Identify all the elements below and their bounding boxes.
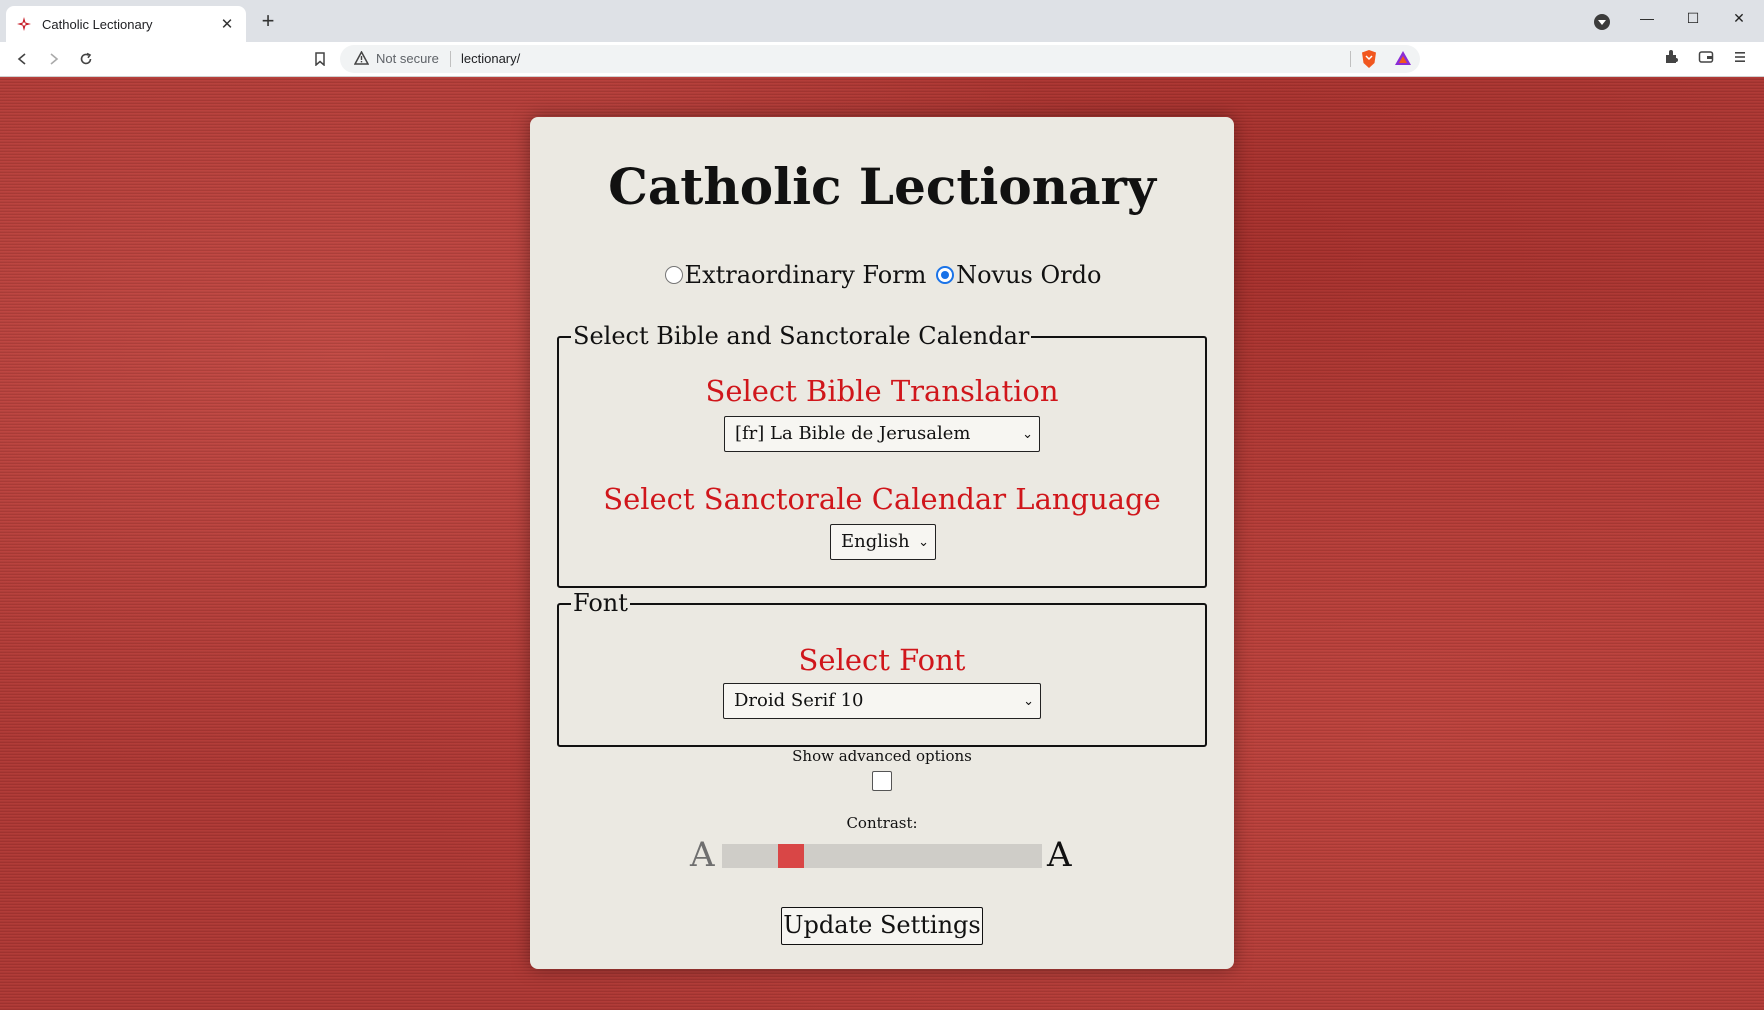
browser-tab[interactable]: Catholic Lectionary ✕	[6, 6, 246, 42]
contrast-high-glyph: A	[1047, 835, 1072, 875]
bookmark-icon[interactable]	[308, 47, 332, 71]
page-viewport: Catholic Lectionary Extraordinary Form N…	[0, 77, 1764, 1010]
forward-icon[interactable]	[42, 47, 66, 71]
close-window-button[interactable]: ✕	[1716, 4, 1762, 32]
contrast-low-glyph: A	[690, 835, 715, 875]
update-settings-button[interactable]: Update Settings	[781, 907, 983, 945]
form-selector: Extraordinary Form Novus Ordo	[530, 261, 1234, 289]
address-divider	[1350, 51, 1351, 67]
novus-ordo-radio[interactable]	[936, 265, 955, 284]
browser-tab-bar: Catholic Lectionary ✕ + — ☐ ✕	[0, 0, 1764, 42]
contrast-slider[interactable]	[722, 844, 1042, 868]
cross-favicon-icon	[16, 16, 32, 32]
tab-search-icon[interactable]	[1594, 14, 1610, 30]
font-value: Droid Serif 10	[734, 690, 864, 711]
chevron-down-icon: ⌄	[918, 535, 929, 550]
extraordinary-form-label[interactable]: Extraordinary Form	[685, 261, 927, 289]
bible-calendar-legend: Select Bible and Sanctorale Calendar	[571, 321, 1032, 351]
extensions-icon[interactable]	[1664, 49, 1680, 70]
settings-card: Catholic Lectionary Extraordinary Form N…	[530, 117, 1234, 969]
font-legend: Font	[571, 588, 630, 618]
maximize-button[interactable]: ☐	[1670, 4, 1716, 32]
bible-translation-value: [fr] La Bible de Jerusalem	[735, 423, 971, 444]
bible-translation-heading: Select Bible Translation	[705, 374, 1059, 408]
wallet-icon[interactable]	[1698, 49, 1714, 70]
tab-close-icon[interactable]: ✕	[218, 15, 236, 33]
reload-icon[interactable]	[74, 47, 98, 71]
new-tab-button[interactable]: +	[256, 10, 280, 34]
calendar-language-select[interactable]: English ⌄	[830, 524, 936, 560]
security-label[interactable]: Not secure	[376, 51, 439, 66]
address-divider	[450, 51, 451, 67]
bible-calendar-fieldset: Select Bible and Sanctorale Calendar Sel…	[557, 321, 1207, 588]
back-icon[interactable]	[10, 47, 34, 71]
contrast-slider-thumb[interactable]	[778, 844, 804, 868]
brave-rewards-icon[interactable]	[1394, 50, 1412, 71]
advanced-options-label: Show advanced options	[792, 747, 972, 765]
chevron-down-icon: ⌄	[1022, 427, 1033, 442]
page-title: Catholic Lectionary	[608, 157, 1156, 216]
tab-title: Catholic Lectionary	[42, 16, 153, 32]
advanced-options-checkbox[interactable]	[872, 771, 892, 791]
brave-shield-icon[interactable]	[1360, 49, 1378, 74]
url-text[interactable]: lectionary/	[461, 51, 520, 66]
calendar-language-heading: Select Sanctorale Calendar Language	[603, 482, 1161, 516]
bible-translation-select[interactable]: [fr] La Bible de Jerusalem ⌄	[724, 416, 1040, 452]
menu-icon[interactable]	[1734, 49, 1746, 70]
calendar-language-value: English	[841, 531, 910, 552]
novus-ordo-label[interactable]: Novus Ordo	[956, 261, 1101, 289]
minimize-button[interactable]: —	[1624, 4, 1670, 32]
extraordinary-form-radio[interactable]	[664, 265, 683, 284]
address-bar[interactable]: Not secure lectionary/	[340, 45, 1420, 73]
warning-icon	[353, 50, 370, 70]
browser-toolbar: Not secure lectionary/	[0, 42, 1764, 77]
chevron-down-icon: ⌄	[1023, 694, 1034, 709]
font-fieldset: Font Select Font Droid Serif 10 ⌄	[557, 588, 1207, 747]
contrast-label: Contrast:	[846, 814, 918, 832]
select-font-heading: Select Font	[798, 643, 966, 677]
font-select[interactable]: Droid Serif 10 ⌄	[723, 683, 1041, 719]
